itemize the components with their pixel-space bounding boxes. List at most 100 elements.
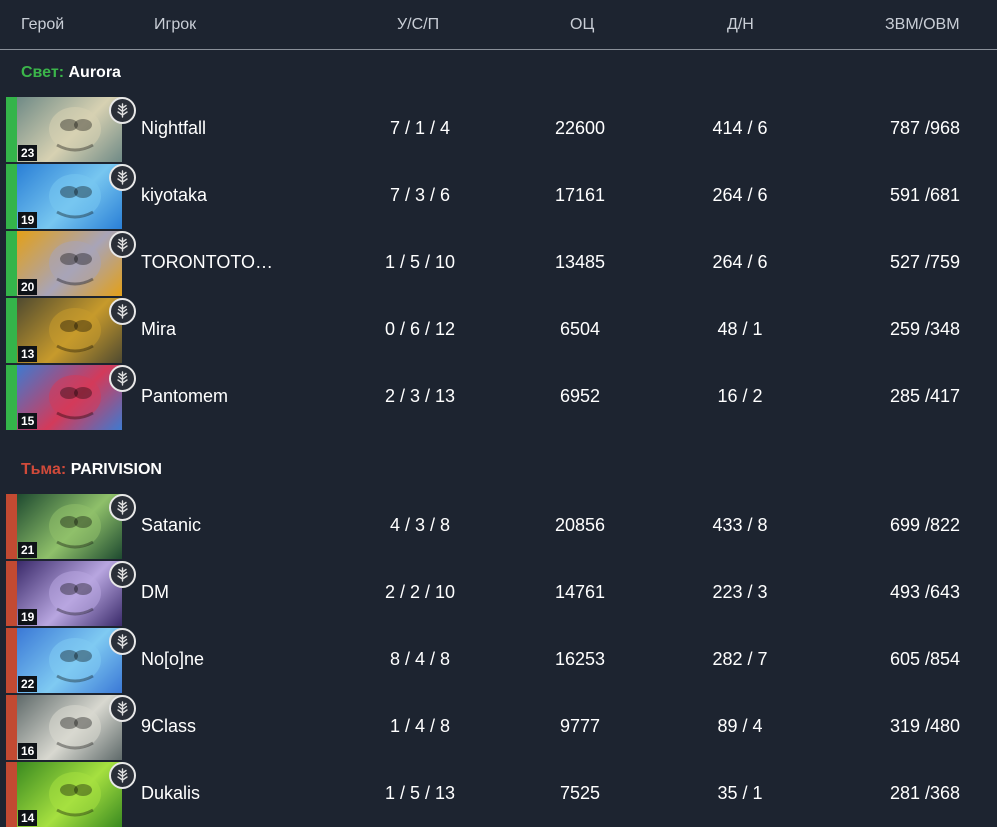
facet-icon[interactable] — [109, 164, 136, 191]
lhdn-value: 223 / 3 — [712, 582, 768, 602]
gpm-xpm-value: 699 /822 — [889, 515, 961, 535]
gpm-xpm-value: 527 /759 — [889, 252, 961, 272]
facet-icon[interactable] — [109, 365, 136, 392]
lhdn-value: 264 / 6 — [712, 185, 768, 205]
player-row[interactable]: 13 Mira 0 / 6 / 12 6504 48 / 1 259 /348 — [0, 298, 997, 363]
hero-portrait[interactable]: 21 — [17, 494, 122, 559]
hero-level: 19 — [18, 609, 38, 625]
tree-icon — [117, 371, 128, 386]
hero-level: 14 — [18, 810, 38, 826]
player-name[interactable]: Satanic — [141, 515, 201, 536]
hero-portrait[interactable]: 19 — [17, 164, 122, 229]
lhdn-value: 264 / 6 — [712, 252, 768, 272]
networth-value: 22600 — [554, 118, 606, 138]
tree-icon — [117, 304, 128, 319]
team-name-radiant[interactable]: Aurora — [68, 64, 120, 81]
kda-value: 7 / 3 / 6 — [389, 185, 451, 205]
hero-portrait[interactable]: 23 — [17, 97, 122, 162]
tree-icon — [117, 701, 128, 716]
gpm-xpm-value: 605 /854 — [889, 649, 961, 669]
player-name[interactable]: Pantomem — [141, 386, 228, 407]
tree-icon — [117, 768, 128, 783]
team-color-stripe — [6, 365, 17, 430]
player-row[interactable]: 14 Dukalis 1 / 5 / 13 7525 35 / 1 281 /368 — [0, 762, 997, 827]
facet-icon[interactable] — [109, 762, 136, 789]
lhdn-value: 282 / 7 — [712, 649, 768, 669]
hero-portrait[interactable]: 13 — [17, 298, 122, 363]
header-networth[interactable]: ОЦ — [570, 16, 594, 34]
facet-icon[interactable] — [109, 97, 136, 124]
gpm-xpm-value: 319 /480 — [889, 716, 961, 736]
gpm-xpm-value: 285 /417 — [889, 386, 961, 406]
kda-value: 0 / 6 / 12 — [384, 319, 456, 339]
header-player[interactable]: Игрок — [154, 16, 196, 34]
gpm-xpm-value: 259 /348 — [889, 319, 961, 339]
hero-level: 23 — [18, 145, 38, 161]
facet-icon[interactable] — [109, 494, 136, 521]
hero-portrait[interactable]: 19 — [17, 561, 122, 626]
tree-icon — [117, 170, 128, 185]
player-name[interactable]: DM — [141, 582, 169, 603]
kda-value: 8 / 4 / 8 — [389, 649, 451, 669]
facet-icon[interactable] — [109, 231, 136, 258]
kda-value: 1 / 4 / 8 — [389, 716, 451, 736]
team-color-stripe — [6, 494, 17, 559]
tree-icon — [117, 237, 128, 252]
table-header: Герой Игрок У/С/П ОЦ Д/Н ЗВМ/ОВМ — [0, 0, 997, 50]
hero-portrait[interactable]: 22 — [17, 628, 122, 693]
header-lhdn[interactable]: Д/Н — [727, 16, 754, 34]
team-color-stripe — [6, 298, 17, 363]
team-color-stripe — [6, 231, 17, 296]
player-row[interactable]: 21 Satanic 4 / 3 / 8 20856 433 / 8 699 /822 — [0, 494, 997, 559]
team-side-radiant: Свет: — [21, 64, 65, 81]
player-row[interactable]: 16 9Class 1 / 4 / 8 9777 89 / 4 319 /480 — [0, 695, 997, 760]
hero-portrait[interactable]: 15 — [17, 365, 122, 430]
lhdn-value: 89 / 4 — [717, 716, 763, 736]
player-name[interactable]: kiyotaka — [141, 185, 207, 206]
player-row[interactable]: 20 TORONTOTO… 1 / 5 / 10 13485 264 / 6 527 /7… — [0, 231, 997, 296]
networth-value: 13485 — [554, 252, 606, 272]
kda-value: 1 / 5 / 10 — [384, 252, 456, 272]
facet-icon[interactable] — [109, 628, 136, 655]
hero-portrait[interactable]: 14 — [17, 762, 122, 827]
header-gpm-xpm[interactable]: ЗВМ/ОВМ — [885, 16, 960, 34]
gpm-xpm-value: 787 /968 — [889, 118, 961, 138]
tree-icon — [117, 567, 128, 582]
hero-level: 15 — [18, 413, 38, 429]
lhdn-value: 35 / 1 — [717, 783, 763, 803]
kda-value: 2 / 3 / 13 — [384, 386, 456, 406]
hero-level: 13 — [18, 346, 38, 362]
hero-portrait[interactable]: 20 — [17, 231, 122, 296]
hero-level: 21 — [18, 542, 38, 558]
facet-icon[interactable] — [109, 695, 136, 722]
kda-value: 4 / 3 / 8 — [389, 515, 451, 535]
header-kda[interactable]: У/С/П — [397, 16, 439, 34]
player-name[interactable]: 9Class — [141, 716, 196, 737]
player-row[interactable]: 23 Nightfall 7 / 1 / 4 22600 414 / 6 787 /968 — [0, 97, 997, 162]
team-name-dire[interactable]: PARIVISION — [71, 461, 162, 478]
team-color-stripe — [6, 628, 17, 693]
facet-icon[interactable] — [109, 298, 136, 325]
gpm-xpm-value: 591 /681 — [889, 185, 961, 205]
player-row[interactable]: 19 kiyotaka 7 / 3 / 6 17161 264 / 6 591 /681 — [0, 164, 997, 229]
facet-icon[interactable] — [109, 561, 136, 588]
player-row[interactable]: 22 No[o]ne 8 / 4 / 8 16253 282 / 7 605 /854 — [0, 628, 997, 693]
team-label-radiant: Свет: Aurora — [21, 64, 121, 82]
hero-portrait[interactable]: 16 — [17, 695, 122, 760]
player-row[interactable]: 15 Pantomem 2 / 3 / 13 6952 16 / 2 285 /417 — [0, 365, 997, 430]
hero-level: 20 — [18, 279, 38, 295]
player-name[interactable]: Dukalis — [141, 783, 200, 804]
tree-icon — [117, 634, 128, 649]
player-row[interactable]: 19 DM 2 / 2 / 10 14761 223 / 3 493 /643 — [0, 561, 997, 626]
networth-value: 6504 — [559, 319, 601, 339]
player-name[interactable]: Nightfall — [141, 118, 206, 139]
team-color-stripe — [6, 695, 17, 760]
hero-level: 16 — [18, 743, 38, 759]
player-name[interactable]: Mira — [141, 319, 176, 340]
hero-level: 19 — [18, 212, 38, 228]
player-name[interactable]: No[o]ne — [141, 649, 204, 670]
player-name[interactable]: TORONTOTO… — [141, 252, 273, 273]
lhdn-value: 433 / 8 — [712, 515, 768, 535]
header-hero[interactable]: Герой — [21, 16, 64, 34]
networth-value: 7525 — [559, 783, 601, 803]
